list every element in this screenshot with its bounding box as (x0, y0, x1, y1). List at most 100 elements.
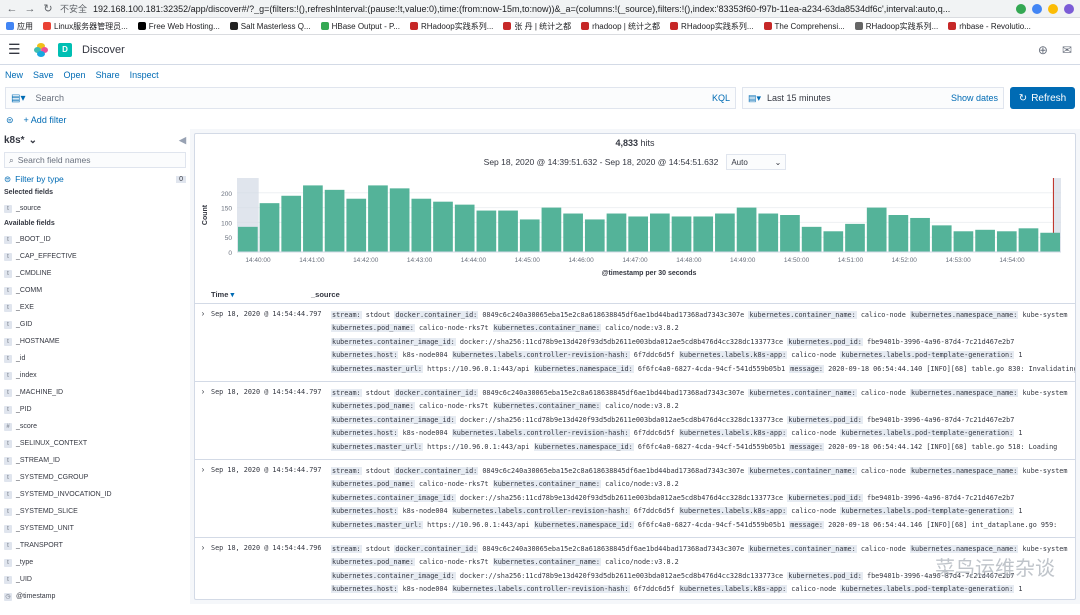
source-value: 2020-09-18 06:54:44.140 [INFO][68] table… (828, 364, 1075, 373)
expand-row-icon[interactable]: › (195, 309, 211, 381)
calendar-icon[interactable]: ▤▾ (748, 93, 761, 104)
expand-row-icon[interactable]: › (195, 465, 211, 537)
action-new-link[interactable]: New (5, 70, 23, 80)
source-value: calico-node (791, 585, 837, 594)
x-tick-label: 14:45:00 (515, 257, 541, 264)
expand-row-icon[interactable]: › (195, 543, 211, 599)
histogram-chart[interactable]: 0 50 100 150 200 14:40:00 14:41:00 14:42:00 14:4… (195, 170, 1075, 286)
bookmark-item[interactable]: Free Web Hosting... (137, 22, 220, 31)
bookmark-item[interactable]: The Comprehensi... (763, 22, 845, 31)
chevron-down-icon: ⌄ (774, 157, 782, 167)
help-icon[interactable]: ⊕ (1038, 43, 1048, 57)
field-item[interactable]: t _BOOT_ID (4, 231, 186, 248)
menu-icon[interactable]: ☰ (8, 41, 24, 58)
table-row[interactable]: › Sep 18, 2020 @ 14:54:44.797 stream: stdo… (195, 382, 1075, 460)
add-filter-button[interactable]: + Add filter (24, 115, 67, 125)
source-value: calico-node-rks7t (418, 480, 489, 489)
field-item[interactable]: t _SYSTEMD_SLICE (4, 503, 186, 520)
filter-by-type-button[interactable]: ⊜ Filter by type 0 (4, 172, 186, 186)
histogram-bar (238, 226, 258, 252)
saved-query-icon[interactable]: ▤▾ (11, 93, 25, 104)
search-input[interactable]: ▤▾ Search KQL (5, 87, 736, 109)
field-item[interactable]: t _SYSTEMD_CGROUP (4, 469, 186, 486)
field-name: _PID (16, 406, 32, 413)
kql-toggle[interactable]: KQL (712, 93, 730, 103)
x-tick-label: 14:46:00 (568, 257, 594, 264)
action-share-link[interactable]: Share (96, 70, 120, 80)
field-item[interactable]: t _index (4, 367, 186, 384)
bookmark-item[interactable]: HBase Output - P... (320, 22, 400, 31)
show-dates-link[interactable]: Show dates (951, 93, 998, 103)
table-row[interactable]: › Sep 18, 2020 @ 14:54:44.797 stream: stdo… (195, 460, 1075, 538)
bookmark-item[interactable]: RHadoop实践系列... (670, 21, 754, 32)
profile-avatar[interactable] (1064, 3, 1074, 14)
filter-options-icon[interactable]: ⊜ (6, 115, 14, 126)
date-picker[interactable]: ▤▾ Last 15 minutes Show dates (742, 87, 1004, 109)
source-key: kubernetes.namespace_id: (533, 364, 634, 373)
histogram-bar (780, 215, 800, 252)
security-indicator[interactable]: 不安全 (60, 2, 87, 15)
histogram-bar (1040, 232, 1060, 252)
field-item[interactable]: t _SYSTEMD_UNIT (4, 520, 186, 537)
field-item[interactable]: t _UID (4, 571, 186, 588)
time-range-label[interactable]: Last 15 minutes (767, 93, 831, 103)
extension-icon[interactable] (1032, 3, 1042, 14)
field-item[interactable]: t _id (4, 350, 186, 367)
table-row[interactable]: › Sep 18, 2020 @ 14:54:44.797 stream: stdo… (195, 304, 1075, 382)
interval-select[interactable]: Auto ⌄ (726, 154, 787, 170)
extension-icon[interactable] (1048, 3, 1058, 14)
field-item[interactable]: t _CMDLINE (4, 265, 186, 282)
field-item[interactable]: t _CAP_EFFECTIVE (4, 248, 186, 265)
field-item[interactable]: t _EXE (4, 299, 186, 316)
mail-icon[interactable]: ✉ (1062, 43, 1072, 57)
action-inspect-link[interactable]: Inspect (130, 70, 159, 80)
source-key: kubernetes.container_image_id: (331, 337, 456, 346)
refresh-button[interactable]: ↻ Refresh (1010, 87, 1075, 109)
field-item[interactable]: # _score (4, 418, 186, 435)
field-item[interactable]: t _SELINUX_CONTEXT (4, 435, 186, 452)
field-item[interactable]: t _source (4, 200, 186, 217)
forward-icon[interactable]: → (24, 3, 36, 15)
action-open-link[interactable]: Open (64, 70, 86, 80)
address-bar[interactable]: 192.168.100.181:32352/app/discover#/?_g=… (93, 4, 1010, 14)
row-timestamp: Sep 18, 2020 @ 14:54:44.797 (211, 388, 322, 396)
extension-icon[interactable] (1016, 3, 1026, 14)
collapse-sidebar-icon[interactable]: ◀ (179, 135, 186, 146)
back-icon[interactable]: ← (6, 3, 18, 15)
action-save-link[interactable]: Save (33, 70, 54, 80)
source-key: stream: (331, 311, 362, 319)
source-key: kubernetes.labels.controller-revision-ha… (451, 351, 630, 360)
elastic-logo-icon[interactable] (34, 42, 48, 57)
field-item[interactable]: t _TRANSPORT (4, 537, 186, 554)
bookmark-item[interactable]: RHadoop实践系列... (409, 21, 493, 32)
sort-desc-icon[interactable]: ▾ (230, 290, 234, 299)
field-item[interactable]: t _SYSTEMD_INVOCATION_ID (4, 486, 186, 503)
index-pattern-selector[interactable]: k8s* ⌄ ◀ (4, 132, 186, 148)
source-value: stdout (365, 467, 391, 475)
field-type-icon: ◷ (4, 592, 12, 601)
field-search-input[interactable]: ⌕ Search field names (4, 152, 186, 168)
field-item[interactable]: ◷ @timestamp (4, 588, 186, 604)
bookmark-item[interactable]: rhbase - Revolutio... (948, 22, 1031, 31)
bookmark-item[interactable]: Salt Masterless Q... (229, 22, 311, 31)
field-item[interactable]: t _STREAM_ID (4, 452, 186, 469)
field-item[interactable]: t _PID (4, 401, 186, 418)
field-item[interactable]: t _COMM (4, 282, 186, 299)
field-item[interactable]: t _HOSTNAME (4, 333, 186, 350)
bookmark-item[interactable]: Linux服务器管理员... (43, 21, 128, 32)
bookmark-item[interactable]: RHadoop实践系列... (854, 21, 938, 32)
source-key: kubernetes.namespace_name: (909, 467, 1019, 475)
bookmark-item[interactable]: 张 丹 | 统计之都 (503, 21, 571, 32)
space-avatar[interactable]: D (58, 42, 72, 57)
reload-icon[interactable]: ↻ (42, 2, 54, 15)
field-item[interactable]: t _type (4, 554, 186, 571)
field-item[interactable]: t _MACHINE_ID (4, 384, 186, 401)
bookmark-item[interactable]: 应用 (6, 21, 33, 32)
expand-row-icon[interactable]: › (195, 387, 211, 459)
source-value: 6f7ddc6d5f (633, 351, 675, 360)
bookmark-item[interactable]: rhadoop | 统计之都 (581, 21, 660, 32)
x-tick-label: 14:54:00 (999, 257, 1025, 264)
field-type-icon: t (4, 252, 12, 261)
field-item[interactable]: t _GID (4, 316, 186, 333)
column-time-header[interactable]: Time ▾ (195, 290, 311, 299)
